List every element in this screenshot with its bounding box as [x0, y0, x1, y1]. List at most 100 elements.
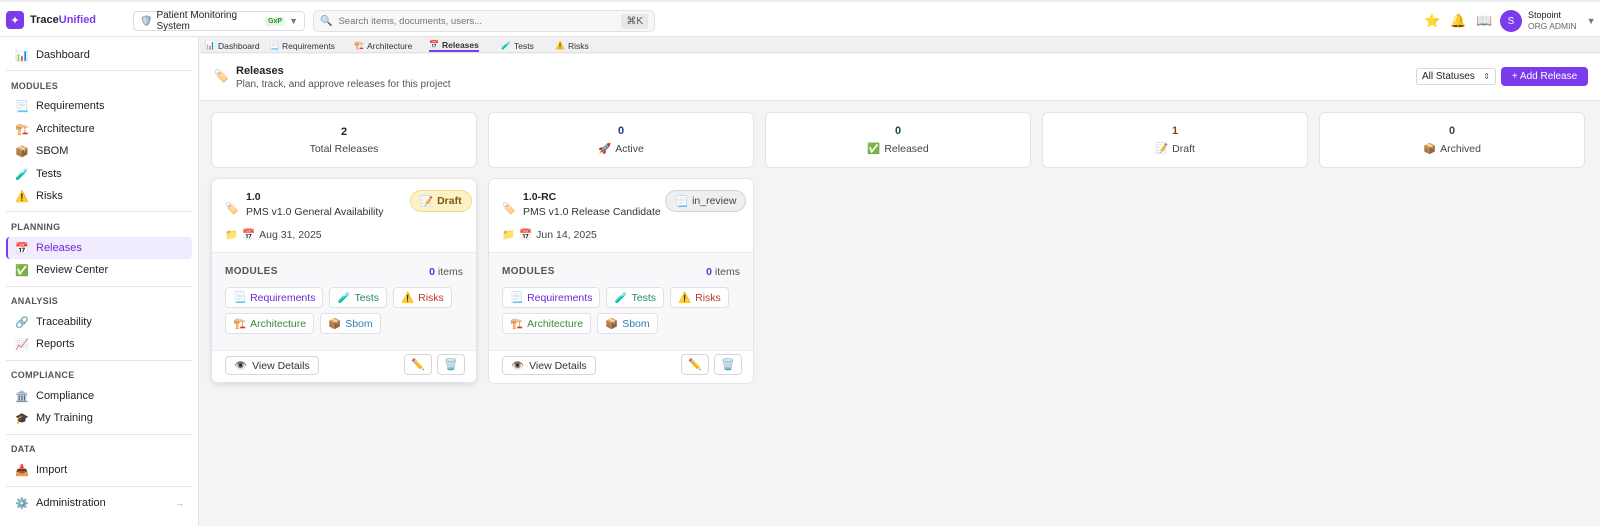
sidebar-item-administration[interactable]: ⚙️ Administration →	[6, 492, 192, 514]
release-card[interactable]: 🏷️ 1.0-RC PMS v1.0 Release Candidate 📁 📅…	[488, 178, 754, 384]
stat-draft: 1 📝 Draft	[1042, 112, 1308, 168]
sidebar-item-compliance[interactable]: 🏛️ Compliance	[6, 385, 192, 407]
module-chip-sbom[interactable]: 📦 Sbom	[597, 313, 658, 334]
document-icon: 📃	[675, 195, 689, 208]
divider	[6, 486, 192, 487]
modules-count: 0 items	[429, 266, 463, 278]
bar-chart-icon: 📊	[205, 41, 215, 50]
book-icon[interactable]: 📖	[1476, 13, 1492, 29]
calendar-icon: 📅	[429, 40, 439, 49]
tab-architecture[interactable]: 🏗️ Architecture	[354, 39, 412, 52]
module-chip-risks[interactable]: ⚠️ Risks	[393, 287, 452, 308]
top-bar: ✦ TraceUnified 🛡️ Patient Monitoring Sys…	[0, 0, 1600, 37]
module-chip-requirements[interactable]: 📃 Requirements	[225, 287, 324, 308]
tab-requirements[interactable]: 📃 Requirements	[269, 39, 335, 52]
user-menu[interactable]: S Stopoint ORG ADMIN ▼	[1500, 10, 1596, 32]
tab-releases[interactable]: 📅 Releases	[429, 39, 479, 52]
warning-icon: ⚠️	[555, 41, 565, 50]
user-role: ORG ADMIN	[1528, 21, 1577, 31]
folder-icon: 📁	[502, 229, 516, 241]
bell-icon[interactable]: 🔔	[1450, 13, 1466, 29]
brand-logo-icon: ✦	[6, 11, 24, 29]
shield-icon: 🛡️	[140, 15, 153, 27]
module-chip-tests[interactable]: 🧪 Tests	[329, 287, 388, 308]
eye-icon: 👁️	[234, 360, 248, 372]
status-filter-select[interactable]: All Statuses ⇕	[1416, 68, 1496, 85]
calendar-icon: 📅	[519, 229, 533, 241]
module-chip-sbom[interactable]: 📦 Sbom	[320, 313, 381, 334]
release-card[interactable]: 🏷️ 1.0 PMS v1.0 General Availability 📁 📅…	[211, 178, 477, 383]
view-details-button[interactable]: 👁️ View Details	[225, 356, 319, 375]
sidebar-item-dashboard[interactable]: 📊 Dashboard	[6, 44, 192, 66]
project-selector[interactable]: 🛡️ Patient Monitoring System GxP ▼	[133, 10, 305, 32]
section-modules: MODULES	[11, 81, 59, 91]
divider	[6, 211, 192, 212]
stat-value: 1	[1171, 125, 1179, 137]
search-input[interactable]	[338, 15, 616, 27]
warning-icon: ⚠️	[678, 292, 692, 304]
graduation-cap-icon: 🎓	[15, 412, 29, 425]
bar-chart-icon: 📊	[15, 49, 29, 62]
sidebar-item-requirements[interactable]: 📃 Requirements	[6, 95, 192, 117]
trash-icon: 🗑️	[444, 359, 458, 371]
section-analysis: ANALYSIS	[11, 296, 59, 306]
crane-icon: 🏗️	[15, 123, 29, 136]
check-icon: ✅	[867, 143, 881, 155]
edit-button[interactable]: ✏️	[681, 354, 709, 375]
sidebar-item-review-center[interactable]: ✅ Review Center	[6, 259, 192, 281]
calendar-icon: 📅	[242, 229, 256, 241]
sidebar-item-traceability[interactable]: 🔗 Traceability	[6, 311, 192, 333]
sidebar-item-architecture[interactable]: 🏗️ Architecture	[6, 118, 192, 140]
sidebar-item-sbom[interactable]: 📦 SBOM	[6, 140, 192, 162]
brand[interactable]: ✦ TraceUnified	[6, 11, 96, 29]
status-badge: 📝 Draft	[410, 190, 472, 212]
add-release-button[interactable]: + Add Release	[1501, 67, 1588, 86]
search-box[interactable]: 🔍 ⌘K	[313, 10, 655, 32]
divider	[6, 360, 192, 361]
pencil-icon: ✏️	[688, 359, 702, 371]
document-icon: 📃	[15, 100, 29, 113]
section-compliance: COMPLIANCE	[11, 370, 75, 380]
sidebar-item-releases[interactable]: 📅 Releases	[6, 237, 192, 259]
stat-total-releases: 2 Total Releases	[211, 112, 477, 168]
module-chip-architecture[interactable]: 🏗️ Architecture	[225, 313, 315, 334]
warning-icon: ⚠️	[15, 190, 29, 203]
star-icon[interactable]: ⭐	[1424, 13, 1440, 29]
divider	[6, 286, 192, 287]
search-shortcut: ⌘K	[621, 13, 648, 29]
tab-dashboard[interactable]: 📊 Dashboard	[205, 39, 260, 52]
edit-button[interactable]: ✏️	[404, 354, 432, 375]
delete-button[interactable]: 🗑️	[714, 354, 742, 375]
sidebar-item-my-training[interactable]: 🎓 My Training	[6, 407, 192, 429]
tag-icon: 🏷️	[225, 203, 239, 215]
tab-risks[interactable]: ⚠️ Risks	[555, 39, 589, 52]
line-chart-icon: 📈	[15, 338, 29, 351]
page-subtitle: Plan, track, and approve releases for th…	[236, 79, 451, 90]
module-chip-tests[interactable]: 🧪 Tests	[606, 287, 665, 308]
view-details-button[interactable]: 👁️ View Details	[502, 356, 596, 375]
stat-value: 0	[894, 125, 902, 137]
crane-icon: 🏗️	[354, 41, 364, 50]
chevron-down-icon: ▼	[289, 16, 298, 26]
project-name: Patient Monitoring System	[156, 10, 238, 32]
module-chip-requirements[interactable]: 📃 Requirements	[502, 287, 601, 308]
sidebar-item-risks[interactable]: ⚠️ Risks	[6, 185, 192, 207]
sidebar-item-reports[interactable]: 📈 Reports	[6, 333, 192, 355]
calendar-icon: 📅	[15, 242, 29, 255]
trash-icon: 🗑️	[721, 359, 735, 371]
tab-tests[interactable]: 🧪 Tests	[501, 39, 534, 52]
top-icons: ⭐ 🔔 📖	[1424, 13, 1493, 29]
sidebar-item-import[interactable]: 📥 Import	[6, 459, 192, 481]
crane-icon: 🏗️	[233, 318, 247, 330]
delete-button[interactable]: 🗑️	[437, 354, 465, 375]
memo-icon: 📝	[420, 195, 434, 208]
sidebar-item-tests[interactable]: 🧪 Tests	[6, 163, 192, 185]
stat-value: 0	[617, 125, 625, 137]
module-chip-risks[interactable]: ⚠️ Risks	[670, 287, 729, 308]
stat-released: 0 ✅ Released	[765, 112, 1031, 168]
building-icon: 🏛️	[15, 390, 29, 403]
eye-icon: 👁️	[511, 360, 525, 372]
module-chip-architecture[interactable]: 🏗️ Architecture	[502, 313, 592, 334]
test-tube-icon: 🧪	[337, 292, 351, 304]
stat-label: Active	[615, 142, 644, 155]
